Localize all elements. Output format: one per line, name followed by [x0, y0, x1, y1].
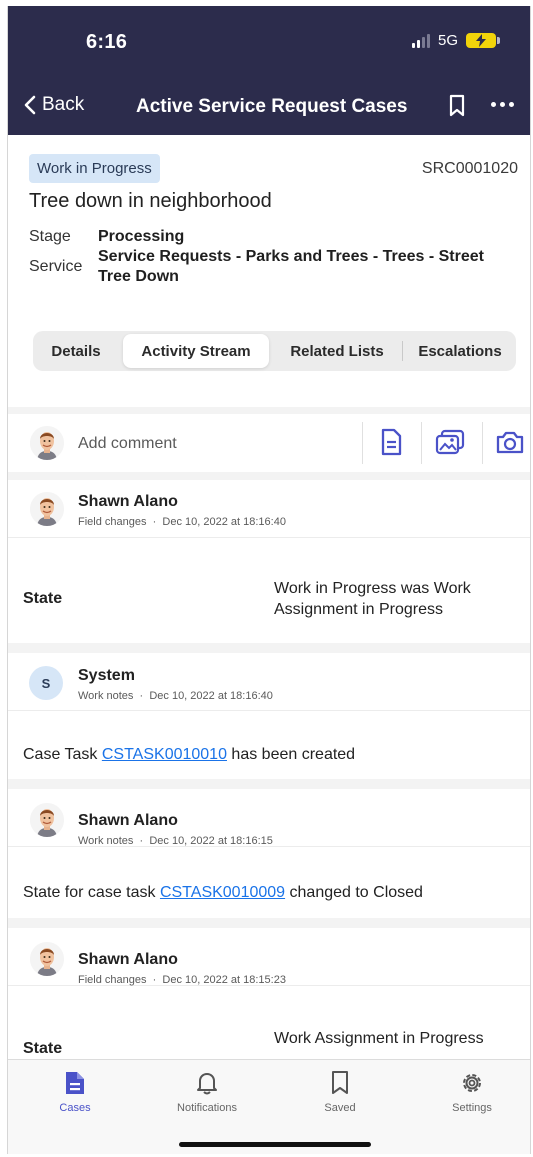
activity-entry-body: State for case task CSTASK0010009 change…: [8, 847, 530, 918]
tab-label: Cases: [59, 1102, 91, 1114]
nav-bar: Back Active Service Request Cases: [8, 90, 530, 126]
bookmark-icon: [332, 1071, 348, 1094]
status-time: 6:16: [86, 31, 128, 53]
section-divider: [8, 407, 530, 414]
activity-entry-header: S System Work notes · Dec 10, 2022 at 18…: [8, 653, 530, 711]
author-name: Shawn Alano: [78, 493, 178, 510]
app-header: 6:16 5G Back Active Service Request Case…: [8, 6, 530, 135]
tab-cases[interactable]: Cases: [25, 1070, 125, 1114]
field-value: Work in Progress was Work Assignment in …: [274, 580, 471, 618]
work-note: State for case task CSTASK0010009 change…: [23, 884, 423, 901]
page-title: Active Service Request Cases: [136, 96, 408, 117]
segmented-tabs: Details Activity Stream Related Lists Es…: [33, 331, 516, 371]
avatar: S: [29, 666, 63, 700]
avatar: [30, 942, 64, 976]
author-name: Shawn Alano: [78, 951, 178, 968]
image-icon: [435, 429, 465, 455]
entry-meta: Field changes · Dec 10, 2022 at 18:16:40: [78, 516, 286, 528]
tab-escalations[interactable]: Escalations: [405, 334, 515, 368]
activity-entry-body: Case Task CSTASK0010010 has been created: [8, 711, 530, 779]
camera-button[interactable]: [495, 428, 525, 461]
author-name: Shawn Alano: [78, 812, 178, 829]
section-divider: [8, 643, 530, 653]
entry-meta: Work notes · Dec 10, 2022 at 18:16:40: [78, 690, 273, 702]
case-task-link[interactable]: CSTASK0010010: [102, 746, 227, 763]
service-value: Service Requests - Parks and Trees - Tre…: [98, 248, 484, 285]
camera-icon: [496, 431, 524, 454]
tab-label: Notifications: [177, 1102, 237, 1114]
add-comment-input[interactable]: Add comment: [78, 435, 177, 453]
comment-divider: [482, 422, 483, 464]
comment-divider: [421, 422, 422, 464]
case-number: SRC0001020: [421, 160, 518, 177]
network-label: 5G: [437, 32, 458, 49]
back-button[interactable]: Back: [24, 94, 84, 116]
tab-activity-stream[interactable]: Activity Stream: [123, 334, 269, 368]
avatar: [30, 803, 64, 837]
tab-label: Settings: [452, 1102, 492, 1114]
activity-entry-header: Shawn Alano Work notes · Dec 10, 2022 at…: [8, 789, 530, 847]
activity-entry-body: State Work in Progress was Work Assignme…: [8, 538, 530, 643]
chevron-left-icon: [24, 95, 36, 115]
cases-icon: [66, 1072, 84, 1094]
section-divider: [8, 472, 530, 480]
comment-bar: Add comment: [8, 414, 530, 472]
more-button[interactable]: [491, 102, 514, 107]
battery-icon: [466, 33, 500, 48]
tab-related-lists[interactable]: Related Lists: [273, 334, 401, 368]
section-divider: [8, 779, 530, 789]
stage-label: Stage: [29, 228, 71, 245]
back-label: Back: [42, 94, 85, 115]
bottom-tab-bar: Cases Notifications Saved Settings: [8, 1059, 530, 1154]
field-value: Work Assignment in Progress: [274, 1030, 484, 1047]
tab-divider: [402, 341, 403, 361]
attach-image-button[interactable]: [434, 428, 466, 461]
tab-notifications[interactable]: Notifications: [157, 1070, 257, 1114]
activity-entry-body: State Work Assignment in Progress: [8, 986, 530, 1066]
comment-divider: [362, 422, 363, 464]
more-icon: [491, 102, 496, 107]
work-note: Case Task CSTASK0010010 has been created: [23, 746, 356, 763]
entry-meta: Field changes · Dec 10, 2022 at 18:15:23: [78, 974, 286, 986]
home-indicator[interactable]: [179, 1142, 371, 1147]
avatar: [30, 426, 64, 460]
tab-label: Saved: [324, 1102, 356, 1114]
service-label: Service: [29, 258, 83, 275]
document-icon: [381, 428, 402, 456]
signal-icon: [411, 33, 430, 48]
attach-document-button[interactable]: [378, 428, 404, 461]
author-name: System: [78, 667, 135, 684]
stage-value: Processing: [98, 228, 185, 245]
phone-screen: 6:16 5G Back Active Service Request Case…: [7, 6, 531, 1154]
gear-icon: [463, 1074, 481, 1092]
bookmark-button[interactable]: [448, 94, 466, 123]
bell-icon: [197, 1073, 217, 1095]
status-badge: Work in Progress: [29, 154, 160, 183]
case-task-link[interactable]: CSTASK0010009: [160, 884, 285, 901]
bookmark-icon: [449, 94, 465, 117]
field-name: State: [23, 1040, 63, 1057]
tab-details[interactable]: Details: [33, 334, 119, 368]
avatar: [30, 492, 64, 526]
case-summary: Work in Progress SRC0001020 Tree down in…: [8, 135, 530, 407]
activity-entry-header: Shawn Alano Field changes · Dec 10, 2022…: [8, 928, 530, 986]
case-title: Tree down in neighborhood: [29, 190, 272, 212]
tab-saved[interactable]: Saved: [290, 1070, 390, 1114]
activity-entry-header: Shawn Alano Field changes · Dec 10, 2022…: [8, 480, 530, 538]
entry-meta: Work notes · Dec 10, 2022 at 18:16:15: [78, 835, 273, 847]
tab-settings[interactable]: Settings: [422, 1070, 522, 1114]
status-indicators: 5G: [411, 32, 500, 49]
section-divider: [8, 918, 530, 928]
field-name: State: [23, 590, 63, 607]
